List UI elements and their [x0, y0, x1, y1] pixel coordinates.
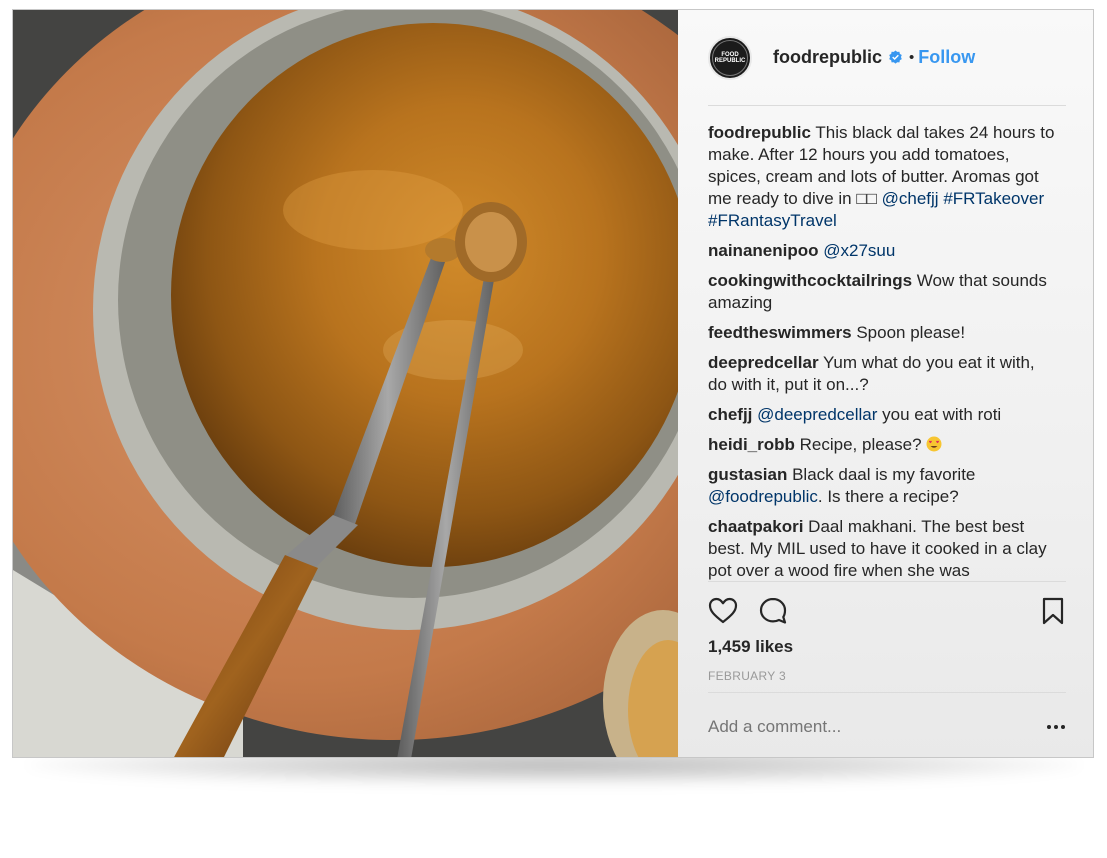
comment-item: gustasian Black daal is my favorite @foo…	[708, 464, 1058, 508]
comment-mention[interactable]: @deepredcellar	[757, 405, 877, 424]
verified-badge-icon	[889, 50, 902, 64]
comment-username[interactable]: nainanenipoo	[708, 241, 819, 260]
more-options-icon[interactable]	[1046, 719, 1066, 735]
comment-username[interactable]: chaatpakori	[708, 517, 803, 536]
comment-username[interactable]: deepredcellar	[708, 353, 819, 372]
follow-button[interactable]: Follow	[918, 47, 975, 68]
comment-input[interactable]	[708, 717, 1008, 737]
comment-text-tail: you eat with roti	[877, 405, 1002, 424]
bookmark-icon[interactable]	[1038, 596, 1068, 626]
post-header: FOOD REPUBLIC foodrepublic • Follow	[708, 32, 1066, 106]
comment-username[interactable]: cookingwithcocktailrings	[708, 271, 912, 290]
caption-mention[interactable]: @chefjj	[882, 189, 939, 208]
comment-text: Recipe, please?	[794, 435, 927, 454]
comment-bubble-icon[interactable]	[758, 596, 788, 626]
add-comment-bar	[708, 692, 1066, 757]
avatar-logo: FOOD REPUBLIC	[712, 39, 748, 76]
comment-text: Black daal is my favorite	[787, 465, 976, 484]
comment-item: heidi_robb Recipe, please?	[708, 434, 1058, 456]
post-username[interactable]: foodrepublic	[773, 47, 882, 68]
post-actions: 1,459 likes FEBRUARY 3	[708, 581, 1066, 757]
post-sidebar: FOOD REPUBLIC foodrepublic • Follow food…	[678, 10, 1093, 757]
comment-username[interactable]: chefjj	[708, 405, 752, 424]
comment-text: Spoon please!	[851, 323, 966, 342]
caption-emoji: □□	[856, 189, 877, 208]
separator-dot: •	[909, 49, 915, 66]
comment-item: nainanenipoo @x27suu	[708, 240, 1058, 262]
likes-count[interactable]: 1,459 likes	[708, 637, 793, 657]
comment-item: deepredcellar Yum what do you eat it wit…	[708, 352, 1058, 396]
instagram-post-card: FOOD REPUBLIC foodrepublic • Follow food…	[12, 9, 1094, 758]
comment-username[interactable]: feedtheswimmers	[708, 323, 852, 342]
comment-item: chaatpakori Daal makhani. The best best …	[708, 516, 1058, 580]
comment-item: cookingwithcocktailrings Wow that sounds…	[708, 270, 1058, 314]
comment-username[interactable]: heidi_robb	[708, 435, 795, 454]
comment-item: chefjj @deepredcellar you eat with roti	[708, 404, 1058, 426]
post-date[interactable]: FEBRUARY 3	[708, 669, 786, 683]
comment-mention[interactable]: @foodrepublic	[708, 487, 818, 506]
heart-icon[interactable]	[708, 596, 738, 626]
comment-text-tail: . Is there a recipe?	[817, 487, 959, 506]
dal-pot-image	[13, 10, 678, 757]
action-icons-row	[708, 596, 1066, 626]
comment-item: feedtheswimmers Spoon please!	[708, 322, 1058, 344]
avatar[interactable]: FOOD REPUBLIC	[708, 35, 752, 80]
caption-username[interactable]: foodrepublic	[708, 123, 811, 142]
comment-username[interactable]: gustasian	[708, 465, 787, 484]
caption: foodrepublic This black dal takes 24 hou…	[708, 122, 1058, 232]
comments-list: foodrepublic This black dal takes 24 hou…	[708, 122, 1058, 580]
comment-mention[interactable]: @x27suu	[823, 241, 895, 260]
avatar-text-line2: REPUBLIC	[714, 57, 746, 64]
post-photo[interactable]	[13, 10, 678, 757]
heart-eyes-emoji-icon	[926, 436, 942, 452]
